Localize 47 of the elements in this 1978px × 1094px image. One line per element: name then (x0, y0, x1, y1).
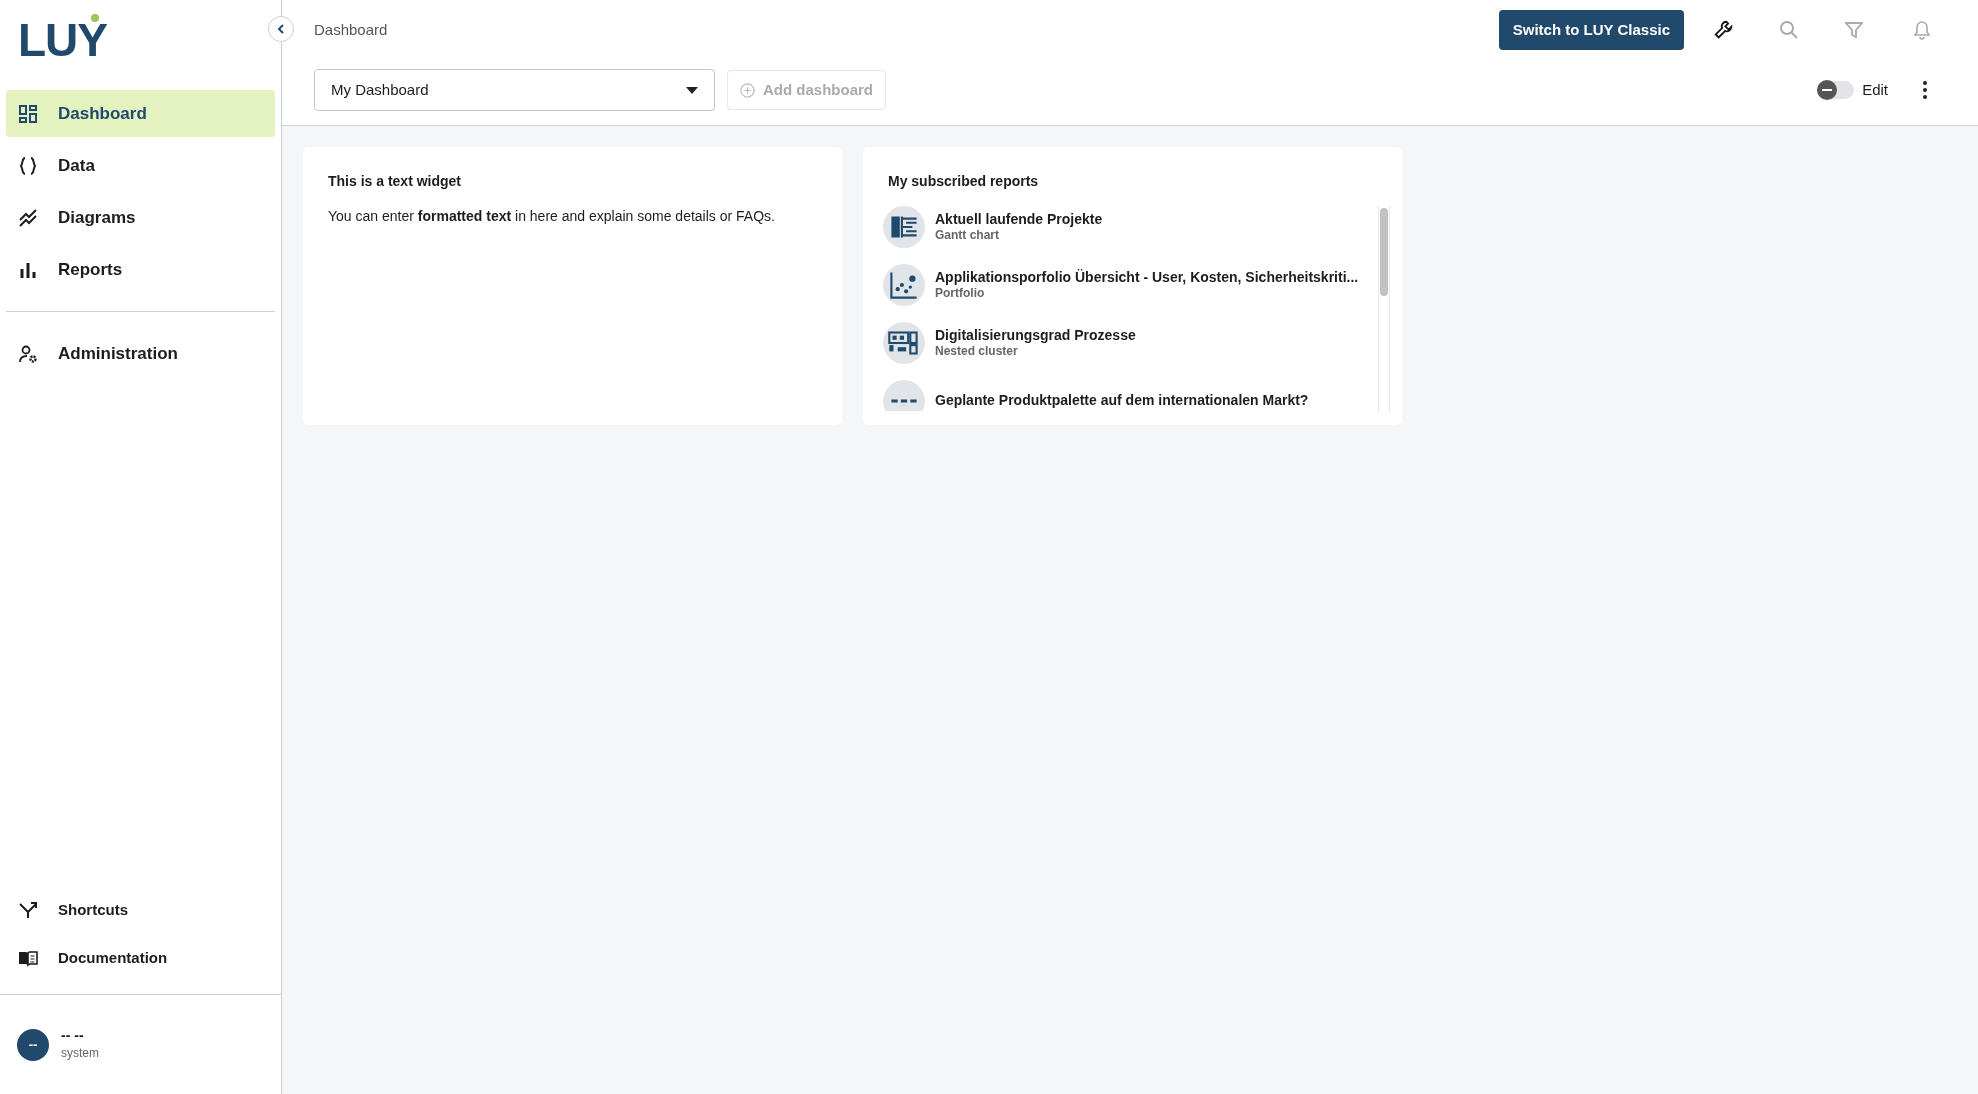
report-type: Portfolio (935, 286, 986, 302)
sidebar-item[interactable]: Reports (6, 246, 275, 293)
report-item[interactable]: Applikationsporfolio Übersicht - User, Kosten, Sicherheitskriti... Portfolio (883, 264, 1370, 306)
user-role: system (61, 1045, 99, 1063)
toggle-knob (1817, 80, 1838, 100)
report-item[interactable]: Geplante Produktpalette auf dem internationalen Markt? (883, 380, 1370, 411)
report-item[interactable]: Digitalisierungsgrad Prozesse Nested cluster (883, 322, 1370, 364)
gantt-chart-icon (883, 206, 925, 248)
report-title: Geplante Produktpalette auf dem internationalen Markt? (935, 392, 1309, 410)
scatter-plot-icon (883, 264, 925, 306)
edit-toggle[interactable] (1818, 81, 1855, 99)
switch-classic-button[interactable]: Switch to LUY Classic (1498, 10, 1684, 50)
widget-title: My subscribed reports (887, 172, 1040, 191)
braces-icon (18, 155, 38, 176)
dashes-icon (883, 380, 925, 411)
sidebar-item[interactable]: Data (6, 142, 275, 189)
line-chart-icon (18, 207, 38, 228)
report-type: Gantt chart (935, 228, 1000, 244)
sidebar-item[interactable]: Diagrams (6, 194, 275, 241)
sidebar-item[interactable]: Shortcuts (6, 888, 275, 932)
cluster-icon (883, 322, 925, 364)
plus-circle-icon (740, 82, 755, 98)
widget-title: This is a text widget (328, 172, 463, 191)
grid-icon (18, 103, 38, 124)
sidebar-item[interactable]: Dashboard (6, 90, 275, 137)
more-options-icon[interactable] (1922, 81, 1928, 99)
sidebar-item[interactable]: Documentation (6, 936, 275, 980)
sidebar-item[interactable]: Administration (6, 330, 275, 377)
report-title: Applikationsporfolio Übersicht - User, Kosten, Sicherheitskriti... (935, 268, 1359, 287)
edit-label: Edit (1862, 79, 1888, 100)
report-title: Digitalisierungsgrad Prozesse (935, 326, 1136, 345)
widget-text: You can enter formatted text in here and explain some details or FAQs. (328, 207, 776, 226)
scrollbar[interactable] (1378, 206, 1390, 411)
report-type: Nested cluster (935, 344, 1019, 360)
user-avatar[interactable]: -- (17, 1028, 49, 1061)
user-gear-icon (18, 343, 38, 364)
user-name: -- -- (61, 1026, 85, 1045)
breadcrumb[interactable]: Dashboard (314, 18, 388, 42)
split-arrow-icon (18, 900, 38, 920)
collapse-sidebar-button[interactable] (268, 16, 294, 42)
dropdown-caret-icon (686, 86, 698, 94)
logo: LUY (18, 17, 107, 63)
chevron-left-icon (275, 23, 287, 35)
report-title: Aktuell laufende Projekte (935, 210, 1103, 229)
book-icon (18, 948, 38, 968)
report-item[interactable]: Aktuell laufende Projekte Gantt chart (883, 206, 1370, 248)
dashboard-select[interactable]: My Dashboard (314, 69, 715, 111)
